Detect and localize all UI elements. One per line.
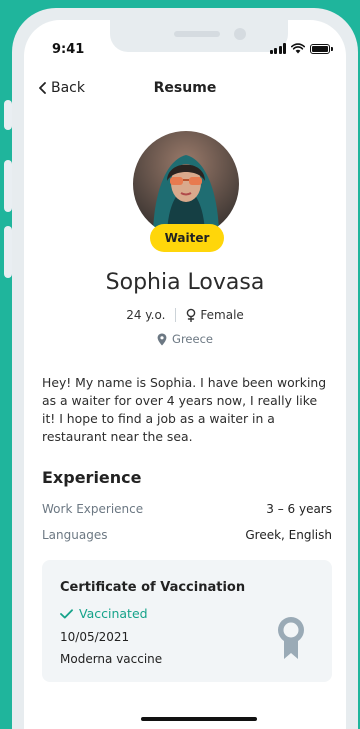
camera bbox=[234, 28, 246, 40]
page-title: Resume bbox=[153, 80, 217, 96]
profile-bio: Hey! My name is Sophia. I have been work… bbox=[42, 375, 327, 444]
languages-value: Greek, English bbox=[245, 528, 332, 542]
phone-frame: 9:41 Back Resume Waiter Sophia Lovasa 24… bbox=[12, 8, 358, 729]
home-indicator bbox=[141, 717, 257, 721]
location-pin-icon bbox=[157, 333, 167, 345]
speaker bbox=[174, 31, 220, 37]
experience-label: Work Experience bbox=[42, 502, 144, 516]
status-time: 9:41 bbox=[52, 42, 85, 57]
role-badge: Waiter bbox=[150, 224, 224, 252]
profile-location: Greece bbox=[24, 332, 346, 346]
experience-row-work: Work Experience 3 – 6 years bbox=[42, 502, 332, 516]
meta-divider bbox=[175, 308, 177, 322]
notch bbox=[110, 20, 288, 52]
side-button-1 bbox=[4, 100, 12, 130]
nav-bar: Back Resume bbox=[24, 80, 346, 104]
signal-icon bbox=[269, 43, 286, 54]
side-button-2 bbox=[4, 160, 12, 212]
profile-age: 24 y.o. bbox=[126, 308, 166, 322]
experience-value: 3 – 6 years bbox=[266, 502, 332, 516]
certificate-status: Vaccinated bbox=[60, 606, 148, 621]
battery-icon bbox=[310, 43, 333, 54]
profile-meta: 24 y.o. Female bbox=[24, 308, 346, 322]
profile-name: Sophia Lovasa bbox=[105, 270, 265, 295]
status-label: Vaccinated bbox=[79, 606, 148, 621]
screen: 9:41 Back Resume Waiter Sophia Lovasa 24… bbox=[24, 20, 346, 729]
languages-label: Languages bbox=[42, 528, 108, 542]
vaccination-card[interactable]: Certificate of Vaccination Vaccinated 10… bbox=[42, 560, 332, 682]
wifi-icon bbox=[291, 43, 305, 54]
experience-title: Experience bbox=[42, 468, 142, 487]
avatar bbox=[133, 131, 239, 237]
profile-gender: Female bbox=[186, 308, 244, 322]
avatar-image bbox=[133, 131, 239, 237]
location-label: Greece bbox=[172, 332, 213, 346]
award-icon bbox=[278, 617, 304, 659]
female-icon bbox=[187, 308, 196, 322]
certificate-date: 10/05/2021 bbox=[60, 630, 130, 644]
side-button-3 bbox=[4, 226, 12, 278]
check-icon bbox=[60, 608, 73, 618]
certificate-title: Certificate of Vaccination bbox=[60, 580, 246, 595]
status-icons bbox=[269, 43, 333, 54]
certificate-vaccine: Moderna vaccine bbox=[60, 652, 163, 666]
experience-row-languages: Languages Greek, English bbox=[42, 528, 332, 542]
gender-label: Female bbox=[200, 308, 244, 322]
